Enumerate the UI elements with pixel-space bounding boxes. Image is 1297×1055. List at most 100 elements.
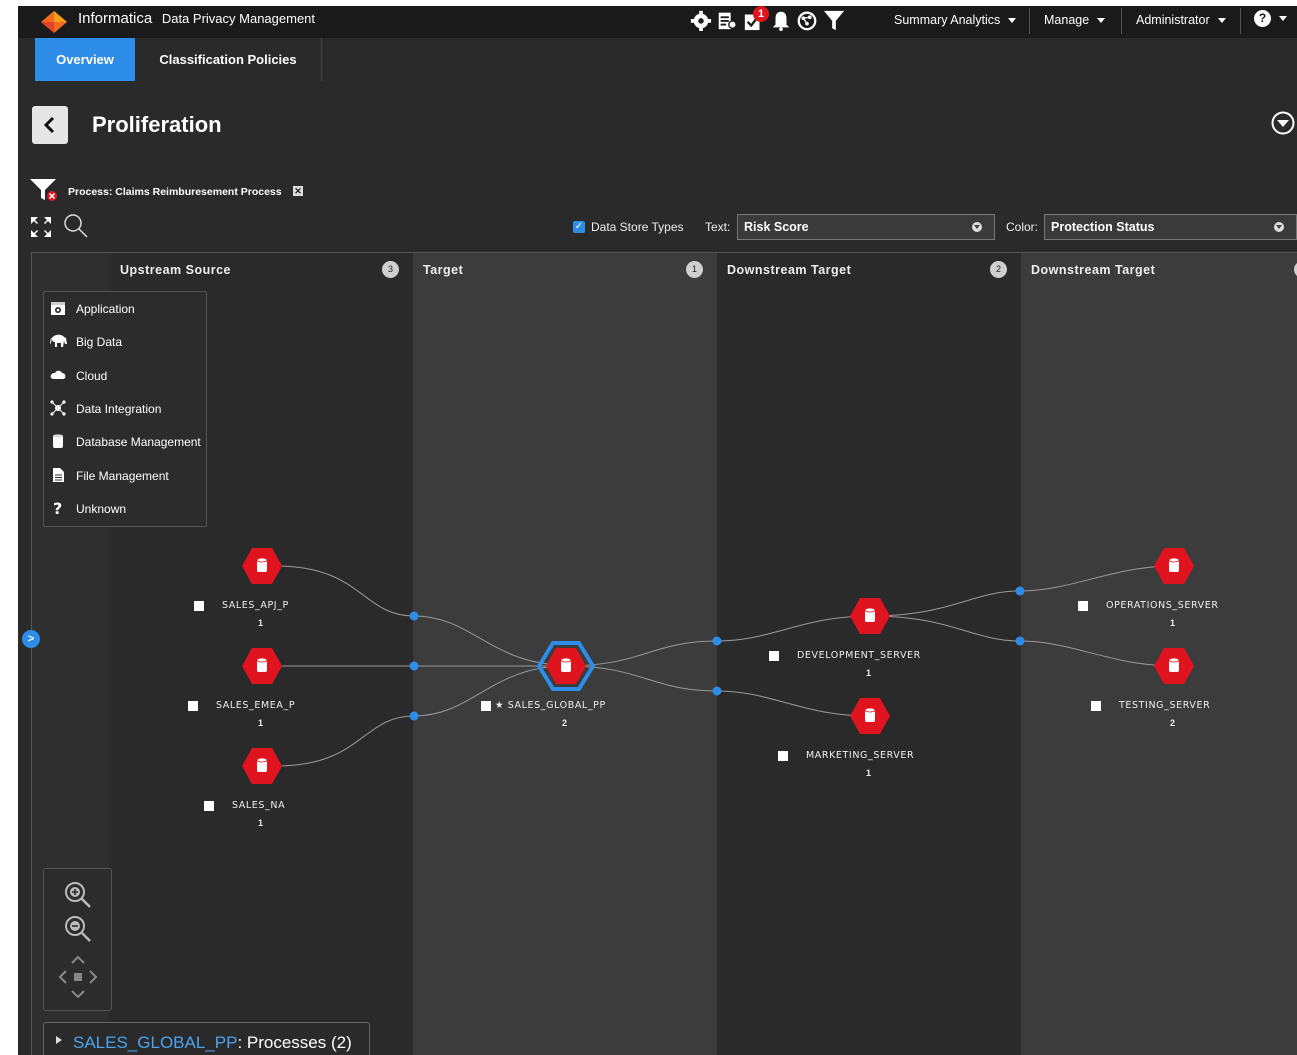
legend-label: Big Data xyxy=(76,335,123,349)
node-label: MARKETING_SERVER xyxy=(806,750,915,761)
node-score: 1 xyxy=(1170,618,1176,628)
cloud-icon xyxy=(50,370,66,379)
manage-menu[interactable]: Manage xyxy=(1044,13,1106,27)
elephant-icon xyxy=(50,334,67,347)
data-store-types-checkbox[interactable]: ✓ xyxy=(573,221,585,233)
chevron-down-icon xyxy=(1279,16,1287,22)
help-icon: ? xyxy=(1254,10,1271,27)
node-checkbox[interactable] xyxy=(1091,701,1101,711)
edge-point xyxy=(712,686,722,696)
process-node-name: SALES_GLOBAL_PP xyxy=(73,1033,238,1052)
node-checkbox[interactable] xyxy=(778,751,788,761)
tab-bar: Overview Classification Policies xyxy=(18,38,1297,81)
chevron-down-icon xyxy=(1008,18,1017,24)
node-score: 2 xyxy=(562,718,568,728)
color-select-value: Protection Status xyxy=(1051,220,1155,234)
tab-overview[interactable]: Overview xyxy=(35,38,135,81)
node-operations-server xyxy=(1153,547,1195,585)
data-store-types-label: Data Store Types xyxy=(591,220,684,234)
edge-point xyxy=(409,611,419,621)
node-checkbox[interactable] xyxy=(194,601,204,611)
node-development-server xyxy=(849,597,891,635)
node-label: TESTING_SERVER xyxy=(1119,700,1211,711)
node-label: ★ SALES_GLOBAL_PP xyxy=(495,700,606,711)
administrator-menu[interactable]: Administrator xyxy=(1136,13,1226,27)
network-icon[interactable] xyxy=(796,8,818,32)
node-score: 1 xyxy=(866,668,872,678)
node-score: 1 xyxy=(258,818,264,828)
legend-label: Unknown xyxy=(76,502,127,516)
page-title: Proliferation xyxy=(92,112,222,137)
edge-point xyxy=(1015,636,1025,646)
node-checkbox[interactable] xyxy=(769,651,779,661)
divider xyxy=(1029,8,1030,34)
side-panel-toggle[interactable]: > xyxy=(22,630,40,648)
search-icon[interactable] xyxy=(63,213,89,239)
expand-icon[interactable] xyxy=(30,216,52,238)
administrator-label: Administrator xyxy=(1136,13,1210,27)
notification-badge: 1 xyxy=(753,6,769,22)
node-label: OPERATIONS_SERVER xyxy=(1106,600,1219,611)
process-count-label: : Processes (2) xyxy=(237,1033,352,1052)
color-label: Color: xyxy=(1006,220,1039,234)
integration-icon xyxy=(50,400,66,416)
process-panel-toggle[interactable]: SALES_GLOBAL_PP: Processes (2) xyxy=(43,1022,370,1055)
node-sales-emea-p xyxy=(241,647,283,685)
divider xyxy=(1121,8,1122,34)
node-sales-apj-p xyxy=(241,547,283,585)
filter-close-button[interactable]: ✕ xyxy=(293,186,303,196)
node-marketing-server xyxy=(849,697,891,735)
zoom-in-icon[interactable] xyxy=(64,881,92,909)
edge-point xyxy=(409,711,419,721)
node-checkbox[interactable] xyxy=(204,801,214,811)
data-store-type-legend: Application Big Data Cloud Data Integrat… xyxy=(43,291,207,527)
app-title: Informatica Data Privacy Management xyxy=(78,10,315,27)
zoom-out-icon[interactable] xyxy=(64,915,92,943)
text-select[interactable]: Risk Score xyxy=(737,214,995,240)
node-checkbox[interactable] xyxy=(1078,601,1088,611)
filter-remove-icon[interactable] xyxy=(30,178,60,202)
node-score: 1 xyxy=(258,718,264,728)
report-icon[interactable] xyxy=(716,8,738,32)
file-icon xyxy=(53,468,64,482)
gear-icon[interactable] xyxy=(690,8,712,32)
filter-icon[interactable] xyxy=(823,8,845,32)
divider xyxy=(1240,8,1241,34)
proliferation-graph[interactable]: Upstream Source 3 Target 1 Downstream Ta… xyxy=(31,252,1297,1055)
node-score: 2 xyxy=(1170,718,1176,728)
legend-label: File Management xyxy=(76,469,169,483)
informatica-logo-icon xyxy=(41,11,67,33)
chevron-down-icon xyxy=(1097,18,1106,24)
text-label: Text: xyxy=(705,220,731,234)
edge-point xyxy=(409,661,419,671)
legend-label: Cloud xyxy=(76,369,108,383)
edge xyxy=(275,665,567,767)
manage-label: Manage xyxy=(1044,13,1090,27)
back-button[interactable] xyxy=(32,106,68,144)
node-label: SALES_EMEA_P xyxy=(216,700,296,711)
node-checkbox[interactable] xyxy=(481,701,491,711)
tab-classification-policies[interactable]: Classification Policies xyxy=(135,38,322,81)
legend-label: Database Management xyxy=(76,435,201,449)
help-menu[interactable]: ? xyxy=(1254,10,1287,27)
legend-label: Application xyxy=(76,302,135,316)
summary-analytics-menu[interactable]: Summary Analytics xyxy=(894,13,1017,27)
node-label: SALES_APJ_P xyxy=(222,600,289,611)
collapse-panel-icon[interactable] xyxy=(1271,111,1295,135)
color-select[interactable]: Protection Status xyxy=(1044,214,1297,240)
legend-label: Data Integration xyxy=(76,402,162,416)
node-sales-global-pp xyxy=(545,647,587,685)
product-name: Data Privacy Management xyxy=(161,11,316,26)
database-icon xyxy=(53,434,63,448)
node-checkbox[interactable] xyxy=(188,701,198,711)
pan-control-icon[interactable] xyxy=(58,953,98,1001)
node-sales-na xyxy=(241,747,283,785)
filter-label: Process: Claims Reimburesement Process xyxy=(68,186,282,198)
bell-icon[interactable] xyxy=(770,8,792,32)
node-label: DEVELOPMENT_SERVER xyxy=(797,650,921,661)
graph-canvas xyxy=(241,547,1195,785)
node-score: 1 xyxy=(258,618,264,628)
brand-name: Informatica xyxy=(78,10,153,27)
zoom-controls xyxy=(43,868,112,1011)
node-testing-server xyxy=(1153,647,1195,685)
